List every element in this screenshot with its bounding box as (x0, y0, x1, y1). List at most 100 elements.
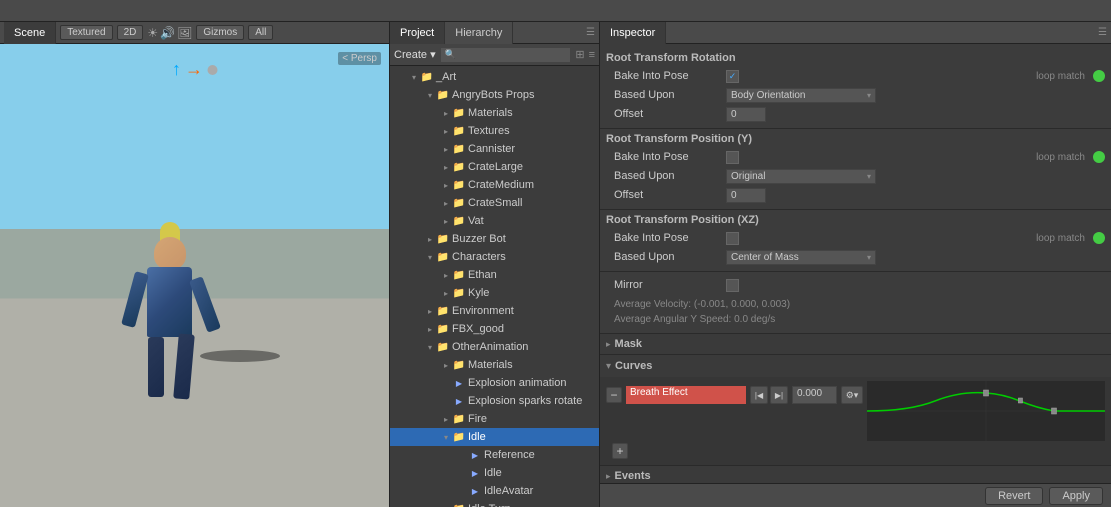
rotation-based-upon-dropdown[interactable]: Body Orientation ▾ (726, 88, 876, 103)
tree-item-explosion-anim[interactable]: Explosion animation (390, 374, 599, 392)
curve-settings-button[interactable]: ⚙▾ (841, 386, 863, 404)
gizmos-button[interactable]: Gizmos (196, 25, 244, 40)
curves-header[interactable]: ▾ Curves (600, 355, 1111, 377)
rotation-offset-row: Offset 0 (606, 105, 1105, 123)
mask-title: Mask (615, 338, 643, 350)
curve-prev-button[interactable]: |◀ (750, 386, 768, 404)
tree-item-materials1[interactable]: Materials (390, 104, 599, 122)
position-xz-bake-label: Bake Into Pose (606, 232, 726, 244)
tree-item-reference1[interactable]: Reference (390, 446, 599, 464)
scene-viewport[interactable]: ↑ → < Persp (0, 44, 389, 507)
rotation-offset-field[interactable]: 0 (726, 107, 766, 122)
tree-item-environment[interactable]: Environment (390, 302, 599, 320)
tab-project[interactable]: Project (390, 22, 445, 44)
tree-item-cratesmall[interactable]: CrateSmall (390, 194, 599, 212)
tree-arrow-fire (440, 413, 452, 425)
revert-button[interactable]: Revert (985, 487, 1043, 505)
rotation-bake-checkbox[interactable] (726, 70, 739, 83)
tree-arrow-materials2 (440, 359, 452, 371)
top-bar (0, 0, 1111, 22)
tree-arrow-idle (440, 431, 452, 443)
folder-icon-environment (436, 304, 450, 318)
mirror-label: Mirror (606, 279, 726, 291)
folder-icon-vat (452, 214, 466, 228)
rotation-bake-label: Bake Into Pose (606, 70, 726, 82)
folder-icon-textures (452, 124, 466, 138)
view-toggle-icon[interactable]: ≡ (589, 49, 595, 61)
search-input[interactable] (456, 49, 567, 60)
tree-item-cratelarge[interactable]: CrateLarge (390, 158, 599, 176)
apply-button[interactable]: Apply (1049, 487, 1103, 505)
events-header[interactable]: ▸ Events (600, 466, 1111, 483)
curve-minus-button[interactable]: − (606, 387, 622, 403)
tree-item-idle-anim[interactable]: Idle (390, 464, 599, 482)
sun-icon: ☀ (147, 26, 158, 40)
tree-item-characters[interactable]: Characters (390, 248, 599, 266)
tab-scene[interactable]: Scene (4, 22, 56, 44)
inspector-options[interactable]: ☰ (1094, 27, 1111, 38)
folder-icon-fbxgood (436, 322, 450, 336)
tree-item-fire[interactable]: Fire (390, 410, 599, 428)
tree-item-vat[interactable]: Vat (390, 212, 599, 230)
panel-options[interactable]: ☰ (582, 27, 599, 38)
tree-item-angrybots[interactable]: AngryBots Props (390, 86, 599, 104)
tree-item-fbxgood[interactable]: FBX_good (390, 320, 599, 338)
root-transform-position-y-section: Root Transform Position (Y) Bake Into Po… (600, 129, 1111, 210)
position-y-bake-checkbox[interactable] (726, 151, 739, 164)
filter-all[interactable]: All (248, 25, 273, 40)
position-y-offset-value: 0 (726, 188, 1105, 203)
curve-value-field[interactable]: 0.000 (792, 386, 837, 404)
curve-name-field[interactable]: Breath Effect (626, 386, 746, 404)
tree-item-idleavatar[interactable]: IdleAvatar (390, 482, 599, 500)
tree-label-art: _Art (436, 71, 456, 83)
curve-playback-controls: |◀ ▶| (750, 386, 788, 404)
tree-item-explosion-sparks[interactable]: Explosion sparks rotate (390, 392, 599, 410)
tab-inspector[interactable]: Inspector (600, 22, 666, 44)
character-model (120, 207, 220, 427)
tree-item-art[interactable]: _Art (390, 68, 599, 86)
folder-icon-materials1 (452, 106, 466, 120)
tree-item-cratemedium[interactable]: CrateMedium (390, 176, 599, 194)
folder-icon-cratesmall (452, 196, 466, 210)
tab-hierarchy[interactable]: Hierarchy (445, 22, 513, 44)
tree-item-kyle[interactable]: Kyle (390, 284, 599, 302)
curve-graph[interactable] (867, 381, 1105, 441)
project-tabs: Project Hierarchy ☰ (390, 22, 599, 44)
scene-view-2d[interactable]: 2D (117, 25, 144, 40)
tree-item-idle[interactable]: Idle (390, 428, 599, 446)
tree-item-materials2[interactable]: Materials (390, 356, 599, 374)
rotation-loop-match-label: loop match (1036, 71, 1085, 82)
position-y-title: Root Transform Position (Y) (606, 133, 1105, 145)
position-y-based-upon-dropdown[interactable]: Original ▾ (726, 169, 876, 184)
tree-label-materials1: Materials (468, 107, 513, 119)
curve-next-button[interactable]: ▶| (770, 386, 788, 404)
mask-header[interactable]: ▸ Mask (600, 334, 1111, 354)
tree-label-otheranimation: OtherAnimation (452, 341, 528, 353)
tree-item-idleturn[interactable]: Idle Turn (390, 500, 599, 507)
scene-mode-textured[interactable]: Textured (60, 25, 112, 40)
inspector-panel: Inspector ☰ Root Transform Rotation Bake… (600, 22, 1111, 507)
tree-item-textures[interactable]: Textures (390, 122, 599, 140)
tree-item-otheranimation[interactable]: OtherAnimation (390, 338, 599, 356)
search-filter-icon[interactable]: ⊞ (575, 48, 584, 61)
tree-label-environment: Environment (452, 305, 514, 317)
position-xz-bake-checkbox[interactable] (726, 232, 739, 245)
tree-item-cannister[interactable]: Cannister (390, 140, 599, 158)
tree-label-textures: Textures (468, 125, 510, 137)
tree-item-ethan[interactable]: Ethan (390, 266, 599, 284)
position-xz-based-upon-dropdown[interactable]: Center of Mass ▾ (726, 250, 876, 265)
position-xz-dropdown-arrow: ▾ (867, 253, 871, 262)
tree-arrow-vat (440, 215, 452, 227)
position-y-offset-field[interactable]: 0 (726, 188, 766, 203)
project-tree: _Art AngryBots Props Materials Textures (390, 66, 599, 507)
mirror-checkbox[interactable] (726, 279, 739, 292)
tree-arrow-buzzerbot (424, 233, 436, 245)
tree-item-buzzerbot[interactable]: Buzzer Bot (390, 230, 599, 248)
add-curve-button[interactable]: + (612, 443, 628, 459)
tree-label-fbxgood: FBX_good (452, 323, 504, 335)
position-xz-loop-match-dot (1093, 232, 1105, 244)
tree-label-explosion-sparks: Explosion sparks rotate (468, 395, 582, 407)
folder-icon-buzzerbot (436, 232, 450, 246)
rotation-dropdown-arrow: ▾ (867, 91, 871, 100)
create-button[interactable]: Create ▾ (394, 48, 436, 61)
